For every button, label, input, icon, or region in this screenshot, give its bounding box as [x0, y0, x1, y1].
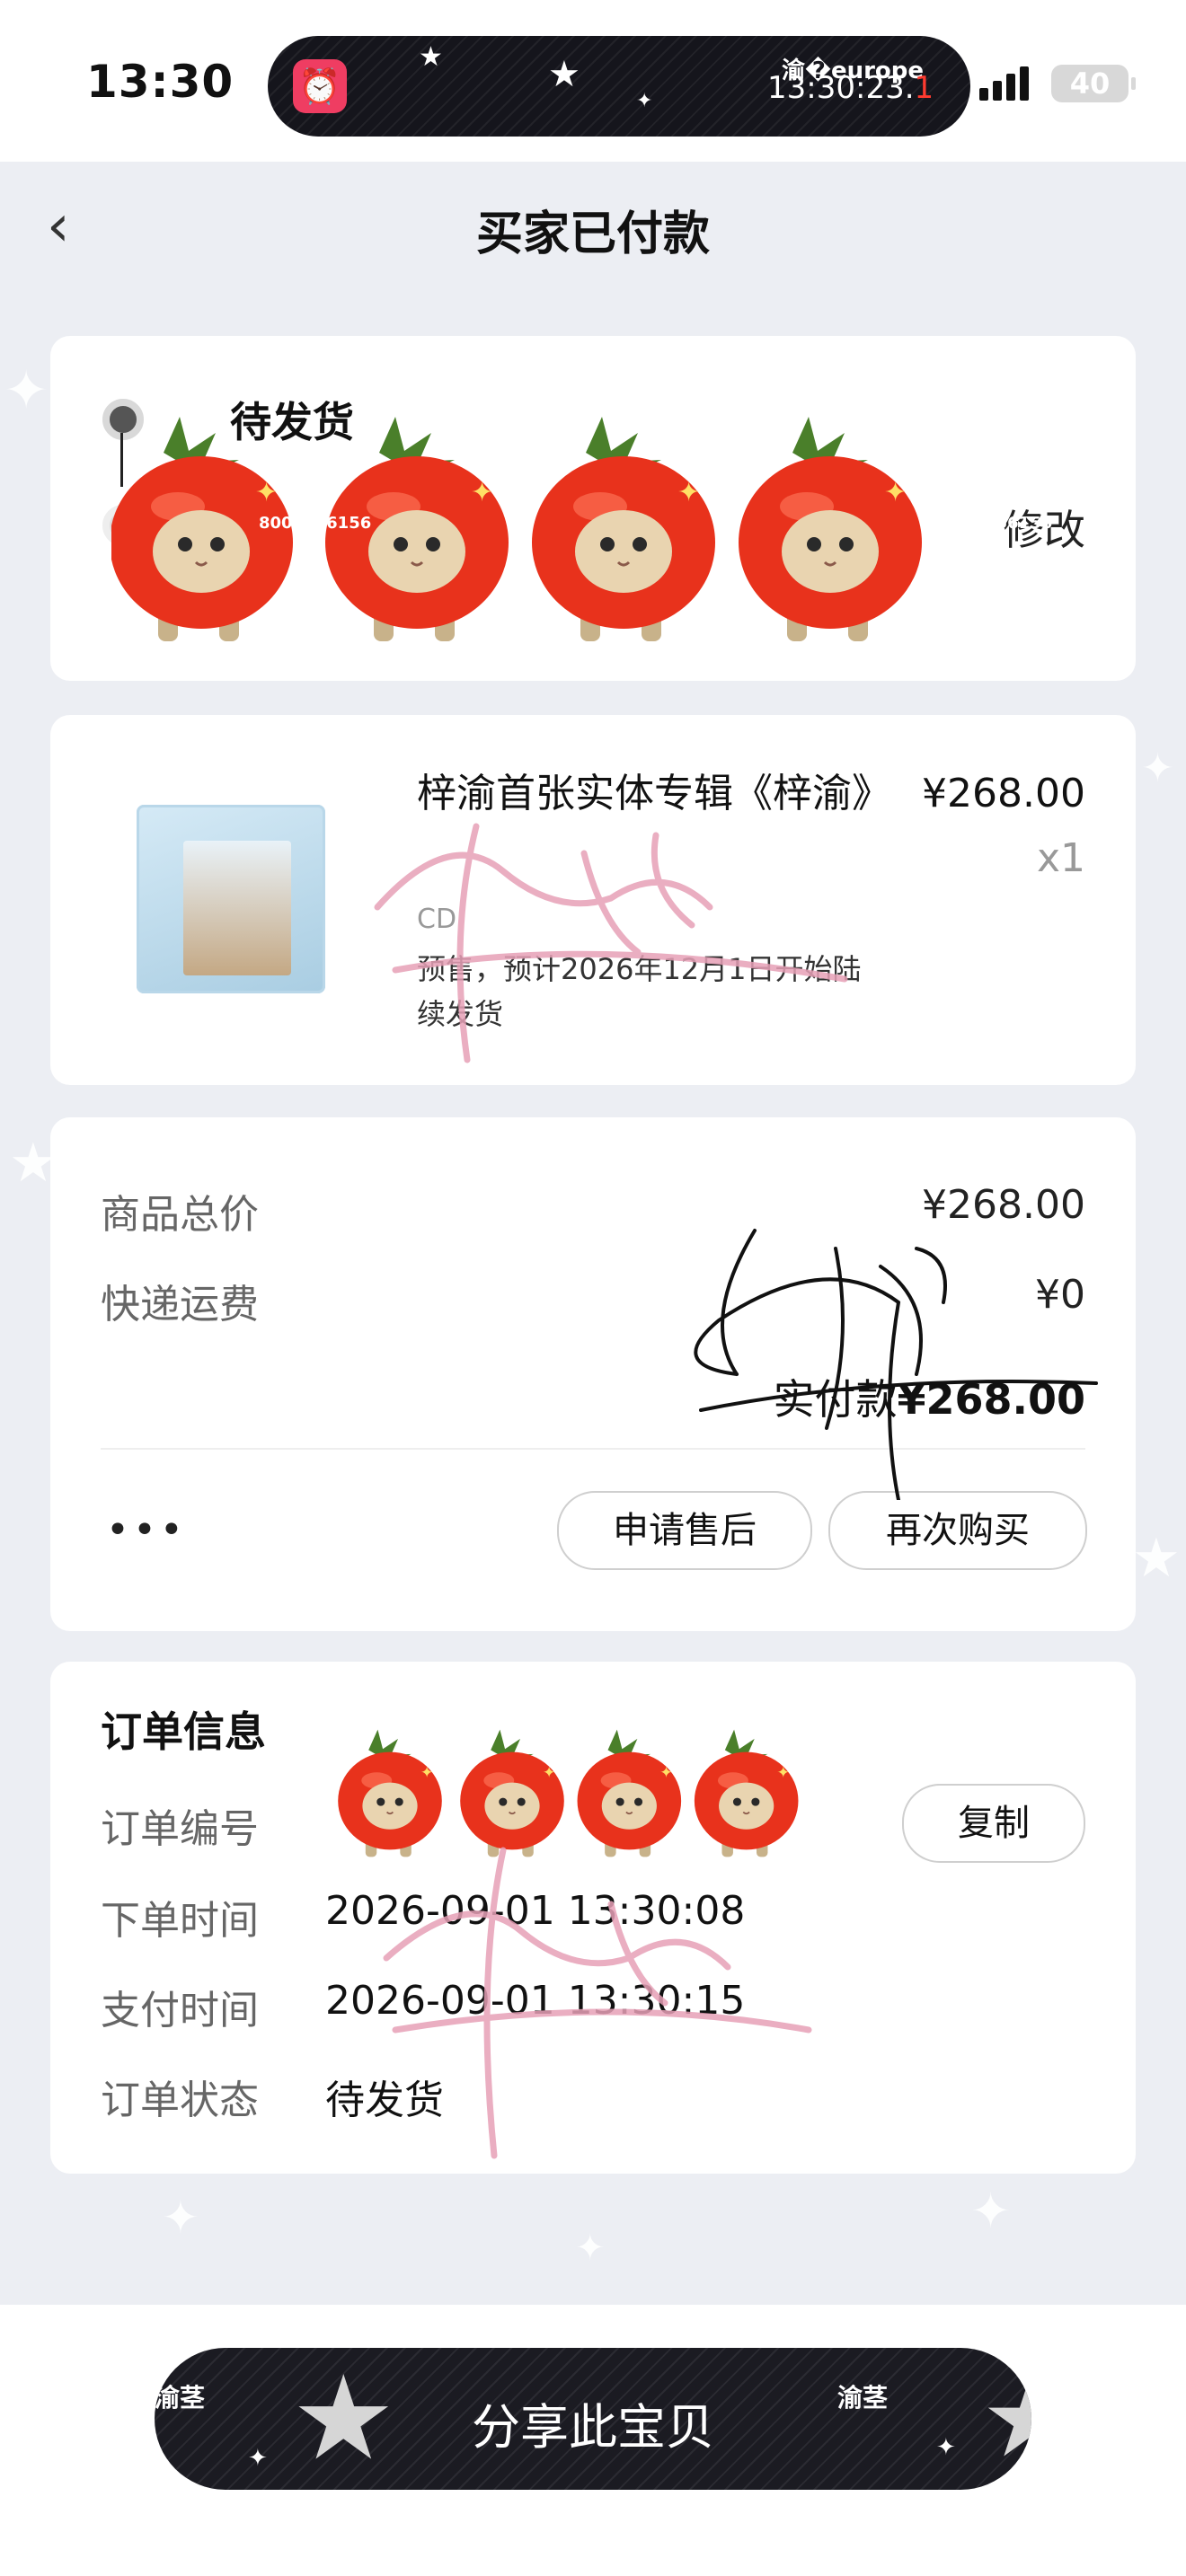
star-icon: ★ — [548, 54, 580, 95]
pay-time-label: 支付时间 — [101, 1988, 259, 2033]
shipping-value: ¥0 — [1035, 1272, 1085, 1318]
product-name[interactable]: 梓渝首张实体专辑《梓渝》 — [417, 763, 920, 825]
sparkle-icon: ✦ — [575, 2228, 606, 2269]
sparkle-icon: ✦ — [970, 2183, 1012, 2239]
order-status-value: 待发货 — [325, 2078, 444, 2123]
product-quantity: x1 — [1036, 835, 1085, 881]
product-image[interactable] — [137, 805, 325, 993]
star-icon: ★ — [1132, 1527, 1181, 1590]
watermark: 8008156156 — [940, 514, 1053, 533]
more-options-icon[interactable]: ••• — [106, 1507, 187, 1553]
product-spec: CD — [417, 904, 457, 935]
shipping-status-card: 待发货 修改 ✦ 8008156156 8008156156 — [50, 336, 1136, 681]
order-number-label: 订单编号 — [101, 1806, 259, 1852]
sparkle-icon: ✦ — [636, 90, 653, 112]
divider — [101, 1448, 1085, 1450]
after-sale-button[interactable]: 申请售后 — [557, 1491, 812, 1570]
subtotal-label: 商品总价 — [101, 1192, 259, 1238]
presale-note: 预售，预计2026年12月1日开始陆续发货 — [417, 952, 862, 1031]
product-price: ¥268.00 — [922, 771, 1085, 816]
order-info-card: 订单信息 订单编号 复制 下单时间 2026-09-01 13:30:08 支付… — [50, 1662, 1136, 2174]
signal-icon — [979, 65, 1033, 101]
battery-icon: 40 — [1051, 65, 1136, 102]
product-card[interactable]: 梓渝首张实体专辑《梓渝》 ¥268.00 x1 CD 预售，预计2026年12月… — [50, 715, 1136, 1085]
status-bar: 13:30 ⏰ ★ ★ ✦ 渝�europe 13:30:23.1 40 — [0, 0, 1186, 162]
total-paid: 实付款¥268.00 — [773, 1375, 1085, 1424]
sparkle-icon: ✦ — [162, 2192, 199, 2244]
share-label: 分享此宝贝 — [472, 2399, 714, 2456]
order-time-value: 2026-09-01 13:30:08 — [325, 1888, 746, 1934]
svg-text:✦: ✦ — [255, 477, 278, 508]
copy-button[interactable]: 复制 — [902, 1784, 1085, 1863]
status-time: 13:30 — [86, 56, 235, 108]
star-icon: ✦ — [1141, 745, 1174, 791]
tomato-cat-sticker-icon — [337, 1728, 800, 1858]
subtotal-value: ¥268.00 — [922, 1182, 1085, 1228]
order-info-title: 订单信息 — [101, 1707, 266, 1756]
star-icon: ✦ — [4, 359, 49, 422]
tomato-cat-sticker-icon: ✦ — [111, 415, 924, 643]
star-icon: ★ — [419, 41, 443, 73]
order-time-label: 下单时间 — [101, 1898, 259, 1944]
order-status-label: 订单状态 — [101, 2078, 259, 2123]
payment-summary-card: 商品总价 ¥268.00 快递运费 ¥0 实付款¥268.00 ••• 申请售后… — [50, 1117, 1136, 1631]
page-title: 买家已付款 — [475, 207, 710, 261]
shipping-label: 快递运费 — [101, 1282, 259, 1328]
share-button[interactable]: 渝茎 渝茎 ★ ★ ✦ ✦ 分享此宝贝 — [155, 2348, 1031, 2490]
pay-time-value: 2026-09-01 13:30:15 — [325, 1978, 746, 2024]
buy-again-button[interactable]: 再次购买 — [828, 1491, 1087, 1570]
alarm-icon: ⏰ — [293, 59, 347, 113]
watermark: 8008156156 — [259, 514, 372, 533]
island-clock: 13:30:23.1 — [767, 70, 934, 106]
dynamic-island[interactable]: ⏰ ★ ★ ✦ 渝�europe 13:30:23.1 — [268, 36, 970, 137]
